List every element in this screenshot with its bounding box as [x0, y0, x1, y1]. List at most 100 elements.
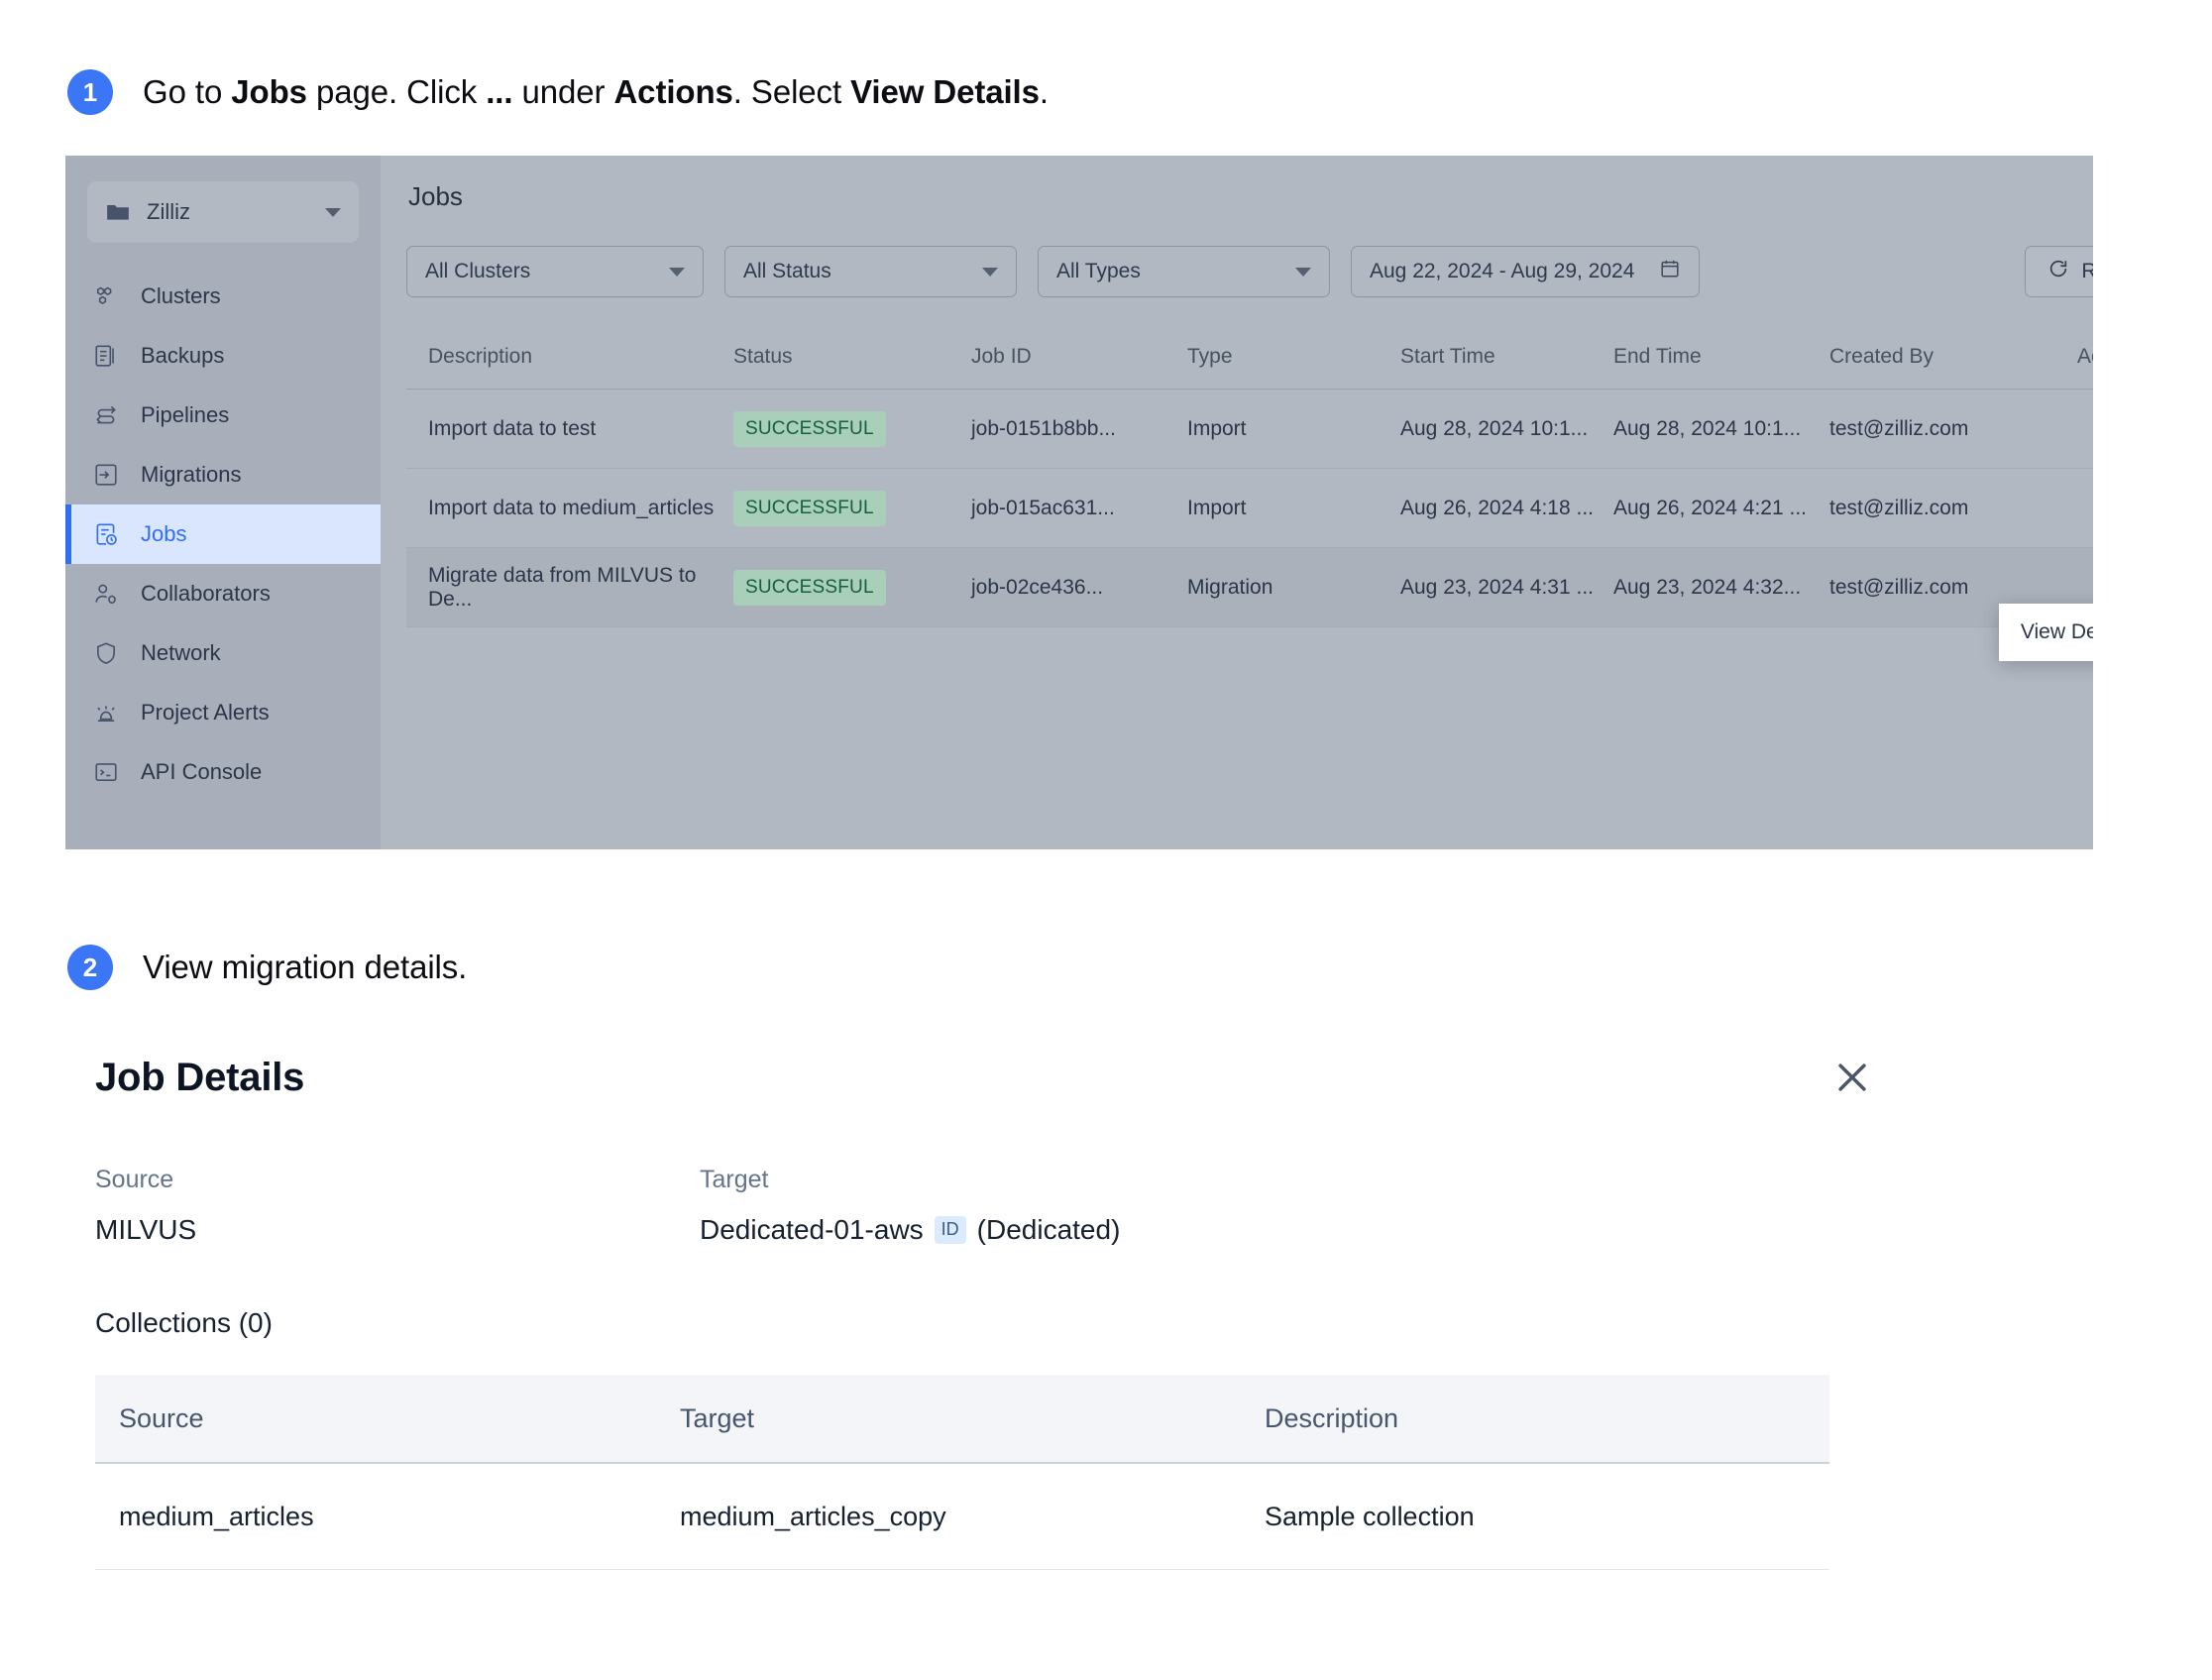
sidebar-item-label: Jobs: [141, 521, 187, 546]
job-details-header: Job Details: [95, 1056, 1874, 1100]
sidebar-item-migrations[interactable]: Migrations: [65, 445, 381, 504]
date-range-value: Aug 22, 2024 - Aug 29, 2024: [1370, 260, 1635, 282]
folder-icon: [105, 199, 131, 225]
column-header-actions: Actions: [2077, 345, 2093, 368]
row-actions-menu: View Details: [1998, 604, 2093, 661]
cell-end-time: Aug 28, 2024 10:1...: [1613, 416, 1802, 440]
collections-title: Collections (0): [95, 1307, 273, 1338]
cell-start-time: Aug 28, 2024 10:1...: [1400, 416, 1589, 440]
sidebar-item-label: Collaborators: [141, 581, 271, 606]
cluster-filter-select[interactable]: All Clusters: [406, 246, 704, 297]
id-chip[interactable]: ID: [934, 1216, 966, 1244]
step-1-part: page. Click: [306, 73, 487, 110]
column-header-status: Status: [733, 345, 793, 368]
sidebar-item-pipelines[interactable]: Pipelines: [65, 386, 381, 445]
cell-created-by: test@zilliz.com: [1829, 575, 1969, 599]
column-header-end-time: End Time: [1613, 345, 1702, 368]
target-value-suffix: (Dedicated): [976, 1214, 1121, 1245]
close-icon[interactable]: [1830, 1056, 1874, 1099]
step-2: 2 View migration details.: [67, 945, 467, 990]
sidebar-item-label: Network: [141, 640, 221, 665]
table-row[interactable]: Import data to test SUCCESSFUL job-0151b…: [406, 390, 2093, 469]
sidebar-item-label: API Console: [141, 759, 263, 784]
status-filter-select[interactable]: All Status: [724, 246, 1017, 297]
cell-description: Migrate data from MILVUS to De...: [428, 563, 697, 611]
cell-job-id: job-015ac631...: [971, 496, 1115, 519]
sidebar-item-backups[interactable]: Backups: [65, 326, 381, 386]
column-header-start-time: Start Time: [1400, 345, 1495, 368]
status-badge: SUCCESSFUL: [733, 569, 886, 606]
sidebar-item-project-alerts[interactable]: Project Alerts: [65, 683, 381, 742]
jobs-table-header: Description Status Job ID Type Start Tim…: [406, 325, 2093, 390]
cell-job-id: job-0151b8bb...: [971, 416, 1116, 440]
status-filter-value: All Status: [743, 260, 831, 282]
chevron-down-icon: [325, 207, 341, 217]
cell-start-time: Aug 23, 2024 4:31 ...: [1400, 575, 1594, 599]
cell-description: Import data to test: [428, 416, 597, 440]
column-header-job-id: Job ID: [971, 345, 1032, 368]
step-1-part-bold: Jobs: [231, 73, 307, 110]
source-value-text: MILVUS: [95, 1214, 197, 1245]
cell-actions: [2077, 568, 2093, 608]
chevron-down-icon: [1295, 267, 1311, 277]
cell-created-by: test@zilliz.com: [1829, 496, 1969, 519]
collaborators-icon: [93, 581, 119, 607]
column-header-description: Description: [1265, 1402, 1399, 1433]
refresh-icon: [2047, 258, 2069, 285]
column-header-created-by: Created By: [1829, 345, 1935, 368]
type-filter-select[interactable]: All Types: [1038, 246, 1330, 297]
collections-table-header: Source Target Description: [95, 1375, 1829, 1464]
sidebar-item-network[interactable]: Network: [65, 623, 381, 683]
source-label: Source: [95, 1166, 174, 1193]
step-1-part: Go to: [143, 73, 232, 110]
migrations-icon: [93, 462, 119, 488]
refresh-label: Refresh: [2081, 260, 2093, 282]
target-field: Target Dedicated-01-aws ID (Dedicated): [700, 1166, 1120, 1246]
sidebar-item-label: Migrations: [141, 462, 242, 487]
cell-start-time: Aug 26, 2024 4:18 ...: [1400, 496, 1594, 519]
target-value: Dedicated-01-aws ID (Dedicated): [700, 1214, 1120, 1246]
cell-target: medium_articles_copy: [680, 1501, 946, 1531]
refresh-button[interactable]: Refresh: [2025, 246, 2093, 297]
step-1-part-bold: View Details: [850, 73, 1040, 110]
sidebar-item-jobs[interactable]: Jobs: [65, 504, 381, 564]
sidebar-item-collaborators[interactable]: Collaborators: [65, 564, 381, 623]
step-2-badge: 2: [67, 945, 113, 990]
table-row[interactable]: Import data to medium_articles SUCCESSFU…: [406, 469, 2093, 548]
column-header-description: Description: [428, 345, 533, 368]
source-target-row: Source MILVUS Target Dedicated-01-aws ID…: [95, 1166, 1874, 1246]
clusters-icon: [93, 283, 119, 309]
sidebar-item-label: Project Alerts: [141, 700, 270, 725]
jobs-page-screenshot: Zilliz Clusters Backups Pipelines Migrat…: [65, 156, 2093, 849]
alert-icon: [93, 700, 119, 726]
column-header-type: Type: [1187, 345, 1233, 368]
step-1-part-bold: Actions: [613, 73, 733, 110]
sidebar-nav: Clusters Backups Pipelines Migrations Jo…: [65, 267, 381, 802]
cell-actions: [2077, 489, 2093, 528]
cell-type: Migration: [1187, 575, 1273, 599]
chevron-down-icon: [669, 267, 685, 277]
date-range-picker[interactable]: Aug 22, 2024 - Aug 29, 2024: [1351, 246, 1700, 297]
cell-actions: [2077, 409, 2093, 449]
sidebar-item-clusters[interactable]: Clusters: [65, 267, 381, 326]
cell-job-id: job-02ce436...: [971, 575, 1104, 599]
step-1-part: under: [512, 73, 614, 110]
sidebar: Zilliz Clusters Backups Pipelines Migrat…: [65, 156, 381, 849]
org-picker[interactable]: Zilliz: [87, 181, 359, 243]
shield-icon: [93, 640, 119, 666]
menu-item-view-details[interactable]: View Details: [1999, 604, 2093, 661]
jobs-main: Jobs All Clusters All Status All Types A…: [381, 156, 2093, 849]
cell-status: SUCCESSFUL: [733, 569, 971, 606]
status-badge: SUCCESSFUL: [733, 490, 886, 526]
step-1-text: Go to Jobs page. Click ... under Actions…: [143, 73, 1049, 111]
collections-table: Source Target Description medium_article…: [95, 1375, 1829, 1570]
table-row[interactable]: Migrate data from MILVUS to De... SUCCES…: [406, 548, 2093, 627]
sidebar-item-api-console[interactable]: API Console: [65, 742, 381, 802]
step-1-badge: 1: [67, 69, 113, 115]
sidebar-item-label: Clusters: [141, 283, 221, 308]
status-badge: SUCCESSFUL: [733, 410, 886, 447]
cell-end-time: Aug 26, 2024 4:21 ...: [1613, 496, 1807, 519]
page-title: Jobs: [408, 181, 463, 211]
type-filter-value: All Types: [1056, 260, 1141, 282]
source-field: Source MILVUS: [95, 1166, 700, 1246]
